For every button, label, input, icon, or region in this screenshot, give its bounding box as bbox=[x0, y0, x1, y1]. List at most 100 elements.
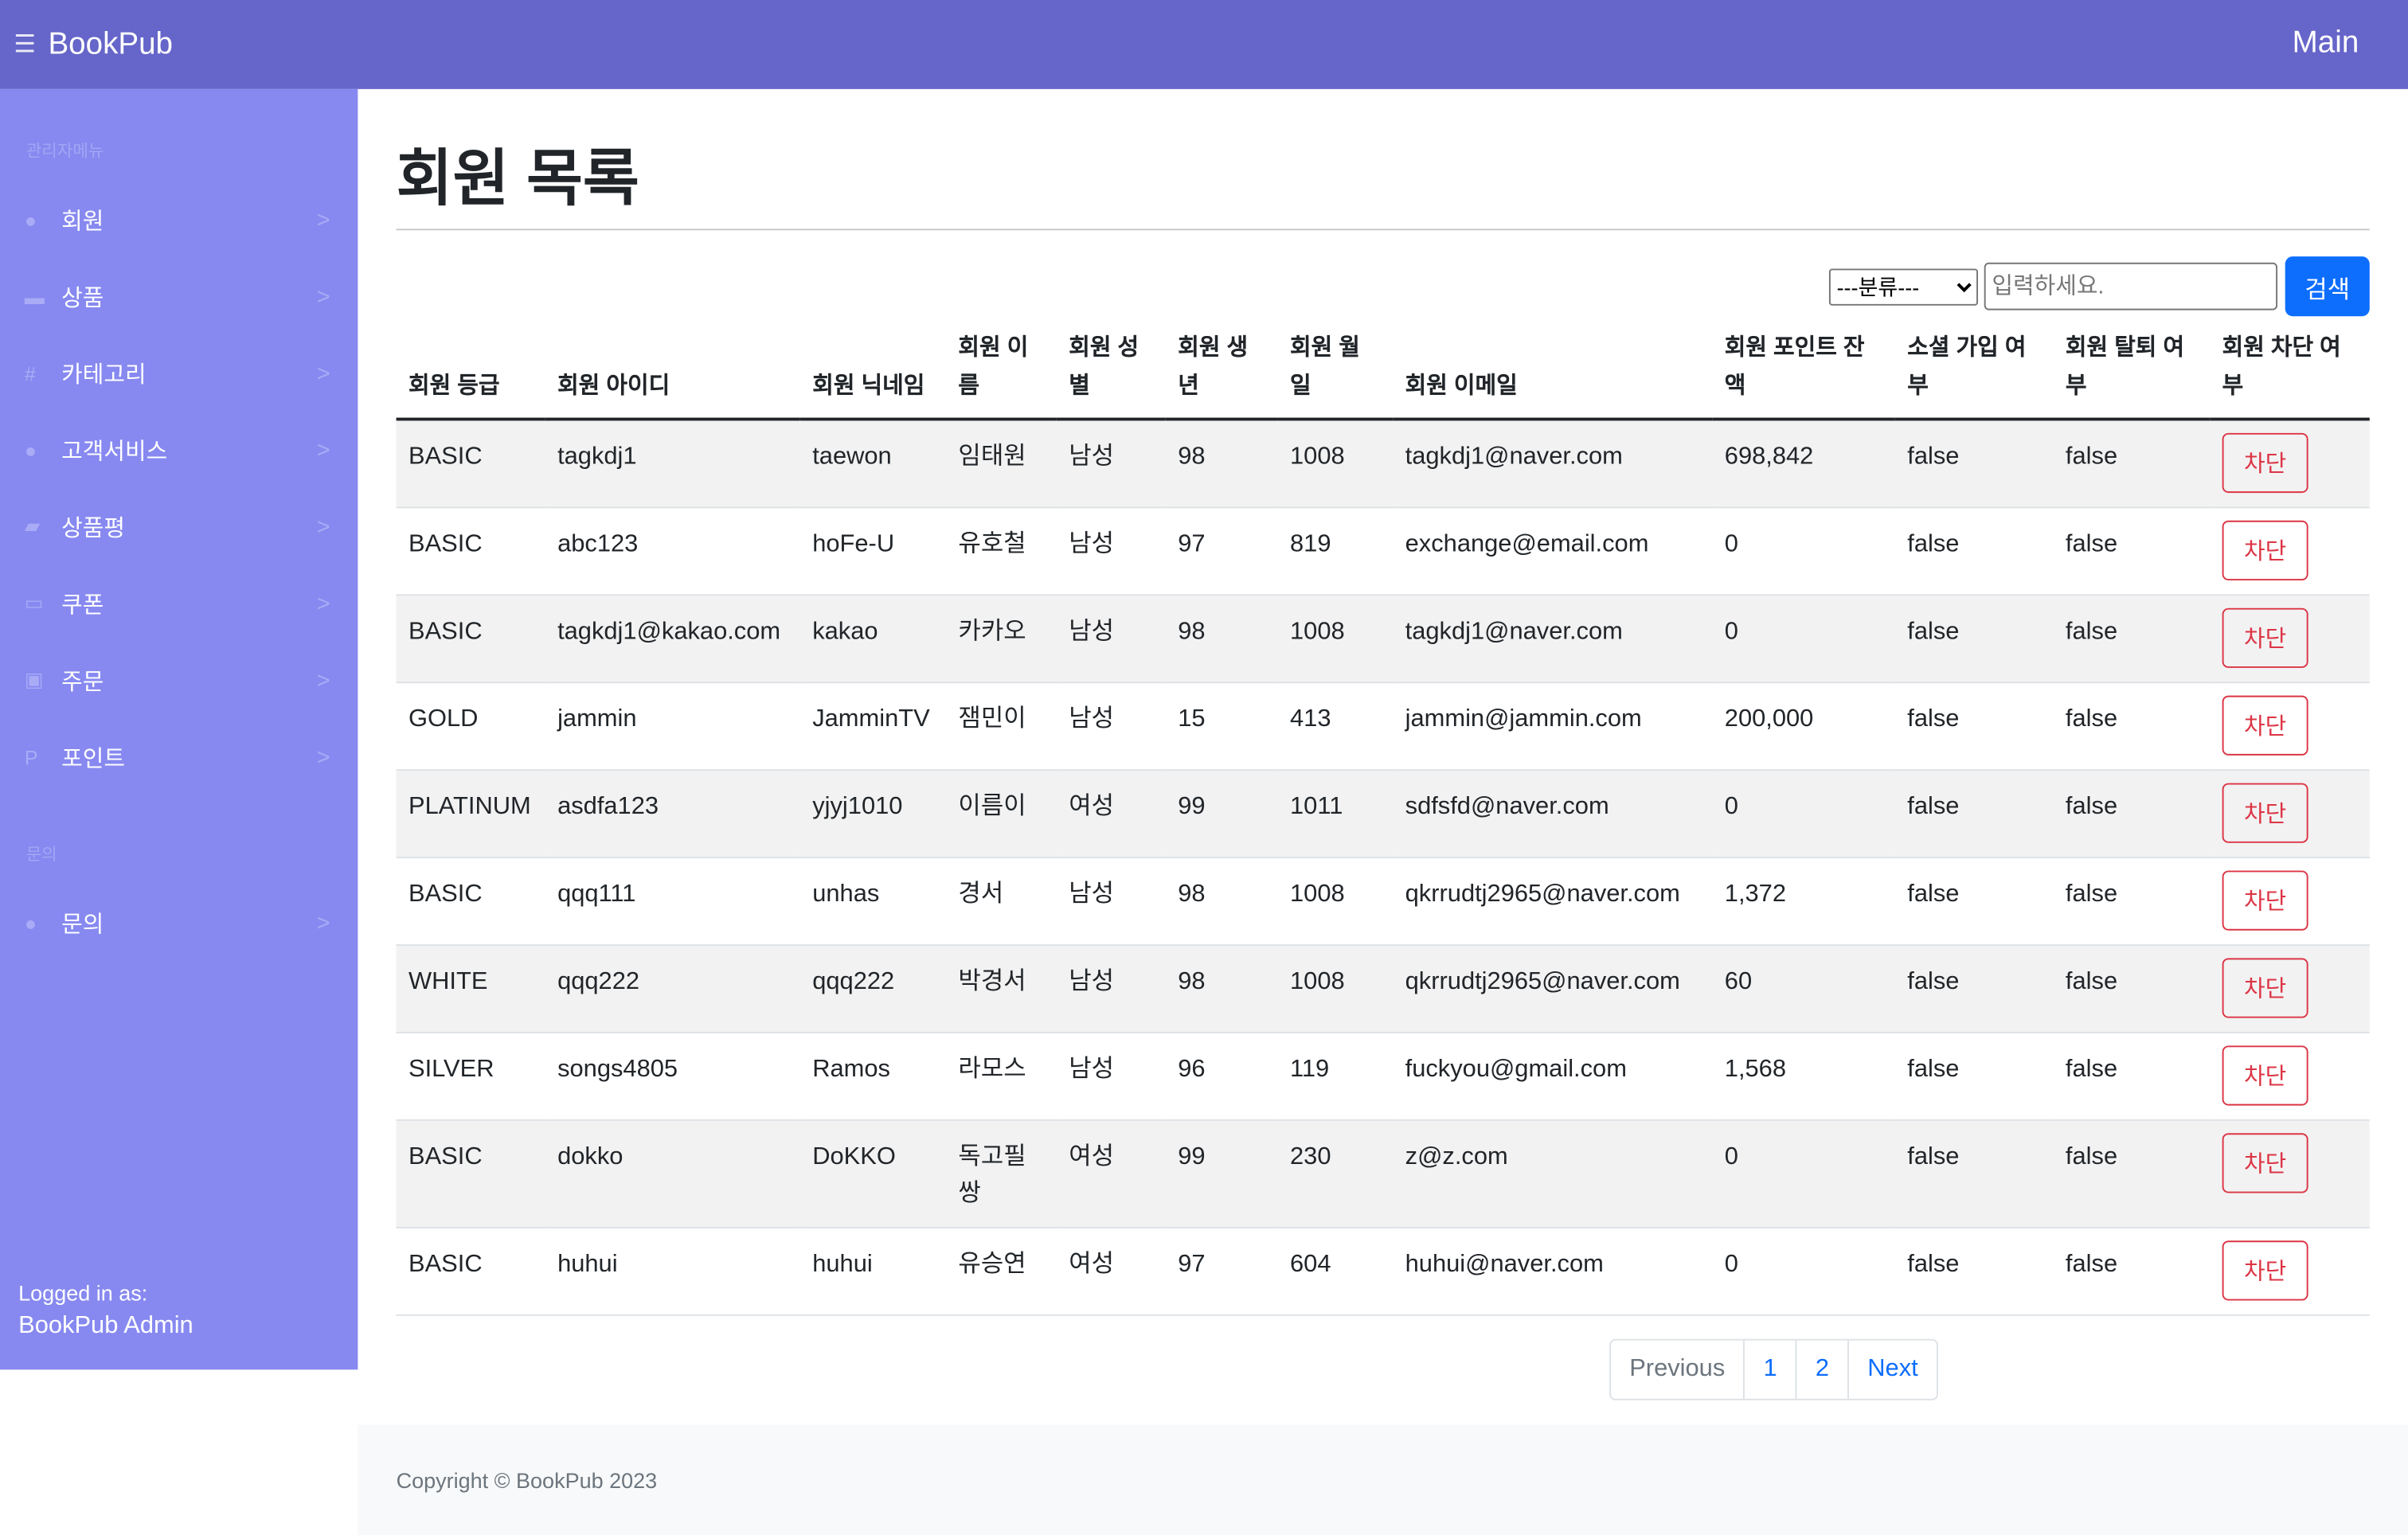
table-row: BASIC abc123 hoFe-U 유호철 남성 97 819 exchange@emai… bbox=[396, 507, 2370, 596]
table-row: BASIC tagkdj1 taewon 임태원 남성 98 1008 tagkdj1@nav… bbox=[396, 419, 2370, 509]
block-member-button[interactable]: 차단 bbox=[2222, 695, 2308, 756]
table-cell: songs4805 bbox=[545, 1032, 800, 1121]
search-input[interactable] bbox=[1984, 262, 2278, 311]
column-header[interactable]: 회원 생년 bbox=[1165, 325, 1278, 421]
table-cell: qqq222 bbox=[545, 945, 800, 1033]
block-member-button[interactable]: 차단 bbox=[2222, 870, 2308, 931]
table-cell: 남성 bbox=[1056, 507, 1166, 596]
column-header[interactable]: 회원 차단 여부 bbox=[2210, 325, 2370, 421]
table-cell: false bbox=[2053, 1119, 2211, 1228]
sidebar-section-admin: 관리자메뉴 bbox=[25, 143, 104, 162]
table-cell: fuckyou@gmail.com bbox=[1393, 1032, 1713, 1121]
sidebar-item-0[interactable]: ● 회원 > bbox=[0, 189, 358, 250]
sidebar-item-5[interactable]: ▭ 쿠폰 > bbox=[0, 572, 358, 634]
sidebar-item-label: 상품평 bbox=[61, 515, 125, 541]
block-member-button[interactable]: 차단 bbox=[2222, 520, 2308, 580]
block-member-button[interactable]: 차단 bbox=[2222, 607, 2308, 668]
table-cell: tagkdj1@naver.com bbox=[1393, 595, 1713, 684]
table-cell: false bbox=[2053, 507, 2211, 596]
column-header[interactable]: 회원 포인트 잔액 bbox=[1712, 325, 1895, 421]
column-header[interactable]: 회원 닉네임 bbox=[799, 325, 946, 421]
column-header[interactable]: 회원 월일 bbox=[1277, 325, 1394, 421]
search-button[interactable]: 검색 bbox=[2285, 256, 2370, 317]
category-select[interactable]: ---분류--- bbox=[1828, 268, 1978, 305]
table-cell: false bbox=[1894, 682, 2054, 771]
page-title: 회원 목록 bbox=[396, 146, 639, 214]
table-row: GOLD jammin JamminTV 잼민이 남성 15 413 jammin@jammi… bbox=[396, 682, 2370, 771]
page-1-button[interactable]: 1 bbox=[1743, 1340, 1795, 1399]
logged-in-info: Logged in as: BookPub Admin bbox=[18, 1280, 194, 1340]
block-member-button[interactable]: 차단 bbox=[2222, 1045, 2308, 1106]
table-cell: 카카오 bbox=[945, 595, 1057, 684]
column-header[interactable]: 소셜 가입 여부 bbox=[1894, 325, 2054, 421]
chevron-right-icon: > bbox=[316, 283, 330, 310]
sidebar-item-6[interactable]: ▣ 주문 > bbox=[0, 650, 358, 711]
sidebar-item-7[interactable]: P 포인트 > bbox=[0, 726, 358, 787]
page-2-button[interactable]: 2 bbox=[1795, 1340, 1847, 1399]
search-bar: ---분류--- 검색 bbox=[1828, 256, 2370, 317]
table-cell: jammin bbox=[545, 682, 800, 771]
table-cell: PLATINUM bbox=[396, 770, 545, 859]
sidebar-item-label: 포인트 bbox=[61, 745, 125, 772]
table-cell: 15 bbox=[1165, 682, 1278, 771]
action-cell: 차단 bbox=[2210, 1119, 2370, 1228]
table-cell: false bbox=[1894, 770, 2054, 859]
table-cell: huhui bbox=[799, 1227, 946, 1316]
column-header[interactable]: 회원 이름 bbox=[945, 325, 1057, 421]
table-cell: 96 bbox=[1165, 1032, 1278, 1121]
column-header[interactable]: 회원 성별 bbox=[1056, 325, 1166, 421]
sidebar-item-3[interactable]: ● 고객서비스 > bbox=[0, 419, 358, 480]
block-member-button[interactable]: 차단 bbox=[2222, 958, 2308, 1018]
sidebar-item-label: 주문 bbox=[61, 668, 104, 695]
next-page-button[interactable]: Next bbox=[1847, 1340, 1937, 1399]
block-member-button[interactable]: 차단 bbox=[2222, 1240, 2308, 1301]
table-cell: BASIC bbox=[396, 1227, 545, 1316]
sidebar-item-inquiry[interactable]: ● 문의 > bbox=[0, 892, 358, 953]
table-cell: 698,842 bbox=[1712, 419, 1895, 509]
table-cell: huhui@naver.com bbox=[1393, 1227, 1713, 1316]
table-cell: jammin@jammin.com bbox=[1393, 682, 1713, 771]
table-cell: 라모스 bbox=[945, 1032, 1057, 1121]
table-cell: 유호철 bbox=[945, 507, 1057, 596]
column-header[interactable]: 회원 아이디 bbox=[545, 325, 800, 421]
column-header[interactable]: 회원 등급 bbox=[396, 325, 545, 421]
file-pen-icon: ▰ bbox=[24, 514, 41, 537]
block-member-button[interactable]: 차단 bbox=[2222, 432, 2308, 494]
block-member-button[interactable]: 차단 bbox=[2222, 1133, 2308, 1193]
table-cell: 97 bbox=[1165, 507, 1278, 596]
sidebar-item-label: 회원 bbox=[61, 208, 104, 235]
chevron-right-icon: > bbox=[316, 909, 330, 936]
table-cell: z@z.com bbox=[1393, 1119, 1713, 1228]
table-cell: abc123 bbox=[545, 507, 800, 596]
sidebar-item-4[interactable]: ▰ 상품평 > bbox=[0, 496, 358, 557]
table-cell: unhas bbox=[799, 857, 946, 946]
table-cell: 99 bbox=[1165, 1119, 1278, 1228]
table-cell: 남성 bbox=[1056, 419, 1166, 509]
main-link[interactable]: Main bbox=[2293, 26, 2359, 61]
action-cell: 차단 bbox=[2210, 419, 2370, 509]
column-header[interactable]: 회원 이메일 bbox=[1393, 325, 1713, 421]
p-icon: P bbox=[24, 745, 38, 769]
block-member-button[interactable]: 차단 bbox=[2222, 783, 2308, 843]
table-cell: sdfsfd@naver.com bbox=[1393, 770, 1713, 859]
table-cell: qqq111 bbox=[545, 857, 800, 946]
table-cell: BASIC bbox=[396, 419, 545, 509]
sidebar: 관리자메뉴 문의 ● 문의 > Logged in as: BookPub Admin… bbox=[0, 88, 358, 1370]
action-cell: 차단 bbox=[2210, 770, 2370, 859]
table-cell: 1,372 bbox=[1712, 857, 1895, 946]
column-header[interactable]: 회원 탈퇴 여부 bbox=[2053, 325, 2211, 421]
table-cell: 남성 bbox=[1056, 682, 1166, 771]
sidebar-item-2[interactable]: # 카테고리 > bbox=[0, 342, 358, 404]
table-cell: 230 bbox=[1277, 1119, 1394, 1228]
table-cell: 여성 bbox=[1056, 1119, 1166, 1228]
menu-icon[interactable]: ☰ bbox=[14, 29, 36, 61]
brand[interactable]: ☰ BookPub bbox=[14, 27, 173, 62]
sidebar-item-1[interactable]: ▬ 상품 > bbox=[0, 266, 358, 327]
table-cell: 1008 bbox=[1277, 857, 1394, 946]
table-cell: BASIC bbox=[396, 595, 545, 684]
table-cell: 1008 bbox=[1277, 595, 1394, 684]
table-cell: 임태원 bbox=[945, 419, 1057, 509]
previous-page-button[interactable]: Previous bbox=[1611, 1341, 1743, 1399]
table-cell: qkrrudtj2965@naver.com bbox=[1393, 945, 1713, 1033]
table-cell: 남성 bbox=[1056, 1032, 1166, 1121]
